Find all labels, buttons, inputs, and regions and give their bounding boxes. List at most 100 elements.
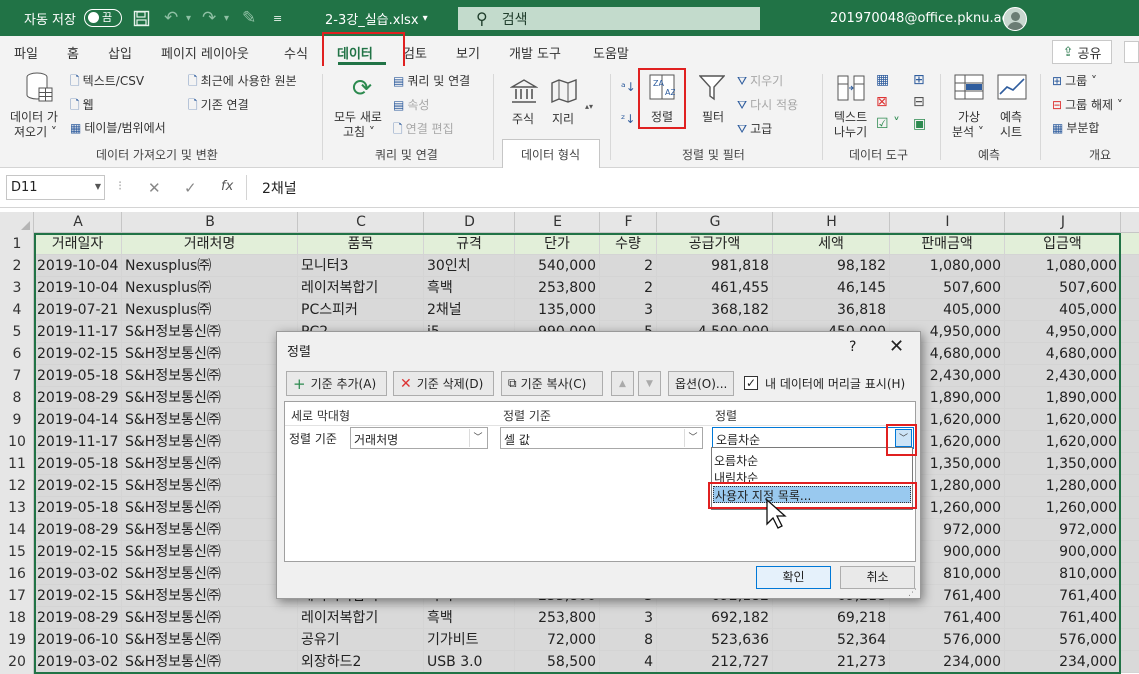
table-cell[interactable]: S&H정보통신㈜: [122, 519, 298, 541]
row-header[interactable]: 18: [0, 610, 34, 626]
row-header[interactable]: 1: [0, 236, 34, 252]
column-header[interactable]: B: [122, 214, 298, 230]
delete-level-button[interactable]: ✕ 기준 삭제(D): [393, 371, 494, 396]
from-text-csv-button[interactable]: 🗋 텍스트/CSV: [70, 72, 144, 93]
sort-on-select[interactable]: 셀 값 ﹀: [500, 427, 703, 449]
reapply-button[interactable]: ⛛ 다시 적용: [737, 96, 798, 113]
table-cell[interactable]: 368,182: [657, 299, 773, 321]
avatar[interactable]: [1003, 7, 1027, 31]
table-cell[interactable]: S&H정보통신㈜: [122, 431, 298, 453]
table-cell[interactable]: 692,182: [657, 607, 773, 629]
table-cell[interactable]: 972,000: [1005, 519, 1121, 541]
table-cell[interactable]: 810,000: [1005, 563, 1121, 585]
cancel-icon[interactable]: ✕: [148, 179, 161, 197]
table-cell[interactable]: 2019-06-10: [34, 629, 122, 651]
search-box[interactable]: ⚲ 검색: [458, 7, 760, 30]
table-header-cell[interactable]: 수량: [600, 233, 657, 255]
table-cell[interactable]: 1,080,000: [1005, 255, 1121, 277]
table-cell[interactable]: 8: [600, 629, 657, 651]
tab-insert[interactable]: 삽입: [108, 43, 132, 62]
remove-duplicates-icon[interactable]: ⊠: [876, 94, 888, 110]
table-cell[interactable]: 234,000: [890, 651, 1005, 673]
table-header-cell[interactable]: 거래일자: [34, 233, 122, 255]
table-cell[interactable]: PC스피커: [298, 299, 424, 321]
copy-level-button[interactable]: ⧉ 기준 복사(C): [501, 371, 603, 396]
undo-dropdown-icon[interactable]: ▾: [186, 0, 191, 36]
table-cell[interactable]: 52,364: [773, 629, 890, 651]
resize-grip-icon[interactable]: ⋰: [908, 588, 917, 598]
table-cell[interactable]: 외장하드2: [298, 651, 424, 673]
queries-connections-button[interactable]: ▤ 쿼리 및 연결: [393, 72, 470, 89]
header-checkbox[interactable]: ✓: [744, 376, 758, 390]
move-up-button[interactable]: ▲: [611, 371, 634, 396]
table-cell[interactable]: 761,400: [1005, 607, 1121, 629]
table-cell[interactable]: 30인치: [424, 255, 515, 277]
order-option-ascending[interactable]: 오름차순: [714, 452, 758, 469]
table-cell[interactable]: 2019-08-29: [34, 607, 122, 629]
stocks-icon[interactable]: [509, 78, 539, 110]
account-name[interactable]: 201970048@office.pknu.ac.kr: [830, 0, 1026, 36]
table-cell[interactable]: Nexusplus㈜: [122, 299, 298, 321]
gallery-more-icon[interactable]: ▴▾: [585, 102, 593, 111]
table-cell[interactable]: Nexusplus㈜: [122, 277, 298, 299]
table-header-cell[interactable]: 규격: [424, 233, 515, 255]
column-header[interactable]: I: [890, 214, 1005, 230]
table-cell[interactable]: 2019-02-15: [34, 541, 122, 563]
table-cell[interactable]: 1,080,000: [890, 255, 1005, 277]
table-cell[interactable]: S&H정보통신㈜: [122, 497, 298, 519]
forecast-sheet-icon[interactable]: [997, 74, 1027, 106]
table-cell[interactable]: 2: [600, 277, 657, 299]
row-header[interactable]: 11: [0, 456, 34, 472]
row-header[interactable]: 13: [0, 500, 34, 516]
table-cell[interactable]: S&H정보통신㈜: [122, 475, 298, 497]
existing-connections-button[interactable]: 🗋 기존 연결: [188, 96, 249, 117]
row-header[interactable]: 2: [0, 258, 34, 274]
column-header[interactable]: J: [1005, 214, 1121, 230]
table-cell[interactable]: 레이저복합기: [298, 277, 424, 299]
autosave-toggle[interactable]: 끔: [76, 0, 122, 36]
table-cell[interactable]: 21,273: [773, 651, 890, 673]
column-header[interactable]: C: [298, 214, 424, 230]
format-painter-icon[interactable]: ✎: [242, 0, 256, 36]
table-cell[interactable]: 234,000: [1005, 651, 1121, 673]
data-model-icon[interactable]: ▣: [913, 116, 926, 132]
row-header[interactable]: 12: [0, 478, 34, 494]
table-cell[interactable]: 98,182: [773, 255, 890, 277]
redo-icon[interactable]: ↷: [202, 0, 216, 36]
tab-file[interactable]: 파일: [14, 43, 38, 62]
table-cell[interactable]: 2: [600, 255, 657, 277]
table-cell[interactable]: S&H정보통신㈜: [122, 541, 298, 563]
row-header[interactable]: 19: [0, 632, 34, 648]
column-select[interactable]: 거래처명 ﹀: [350, 427, 488, 449]
column-header[interactable]: A: [34, 214, 122, 230]
ok-button[interactable]: 확인: [756, 566, 831, 589]
row-header[interactable]: 7: [0, 368, 34, 384]
ungroup-button[interactable]: ⊟ 그룹 해제 ˅: [1052, 96, 1123, 113]
select-all-button[interactable]: [0, 212, 34, 233]
table-cell[interactable]: 2019-08-29: [34, 519, 122, 541]
geography-icon[interactable]: [550, 78, 578, 110]
text-to-columns-label-2[interactable]: 나누기: [834, 123, 867, 140]
table-cell[interactable]: 2019-11-17: [34, 321, 122, 343]
group-button[interactable]: ⊞ 그룹 ˅: [1052, 72, 1097, 89]
table-cell[interactable]: 36,818: [773, 299, 890, 321]
column-header[interactable]: E: [515, 214, 600, 230]
row-header[interactable]: 3: [0, 280, 34, 296]
table-cell[interactable]: 1,890,000: [1005, 387, 1121, 409]
column-header[interactable]: G: [657, 214, 773, 230]
table-cell[interactable]: 2019-10-04: [34, 255, 122, 277]
table-cell[interactable]: 4,680,000: [1005, 343, 1121, 365]
row-header[interactable]: 17: [0, 588, 34, 604]
row-header[interactable]: 8: [0, 390, 34, 406]
table-cell[interactable]: 461,455: [657, 277, 773, 299]
relationships-icon[interactable]: ⊟: [913, 94, 925, 110]
tab-formulas[interactable]: 수식: [284, 43, 308, 62]
customize-qat-icon[interactable]: ≡: [273, 0, 282, 36]
table-cell[interactable]: 1,260,000: [1005, 497, 1121, 519]
enter-icon[interactable]: ✓: [184, 179, 197, 197]
redo-dropdown-icon[interactable]: ▾: [224, 0, 229, 36]
sort-za-icon[interactable]: ᶻ↓: [621, 112, 635, 126]
undo-icon[interactable]: ↶: [164, 0, 178, 36]
table-cell[interactable]: 2019-02-15: [34, 585, 122, 607]
table-cell[interactable]: 기가비트: [424, 629, 515, 651]
